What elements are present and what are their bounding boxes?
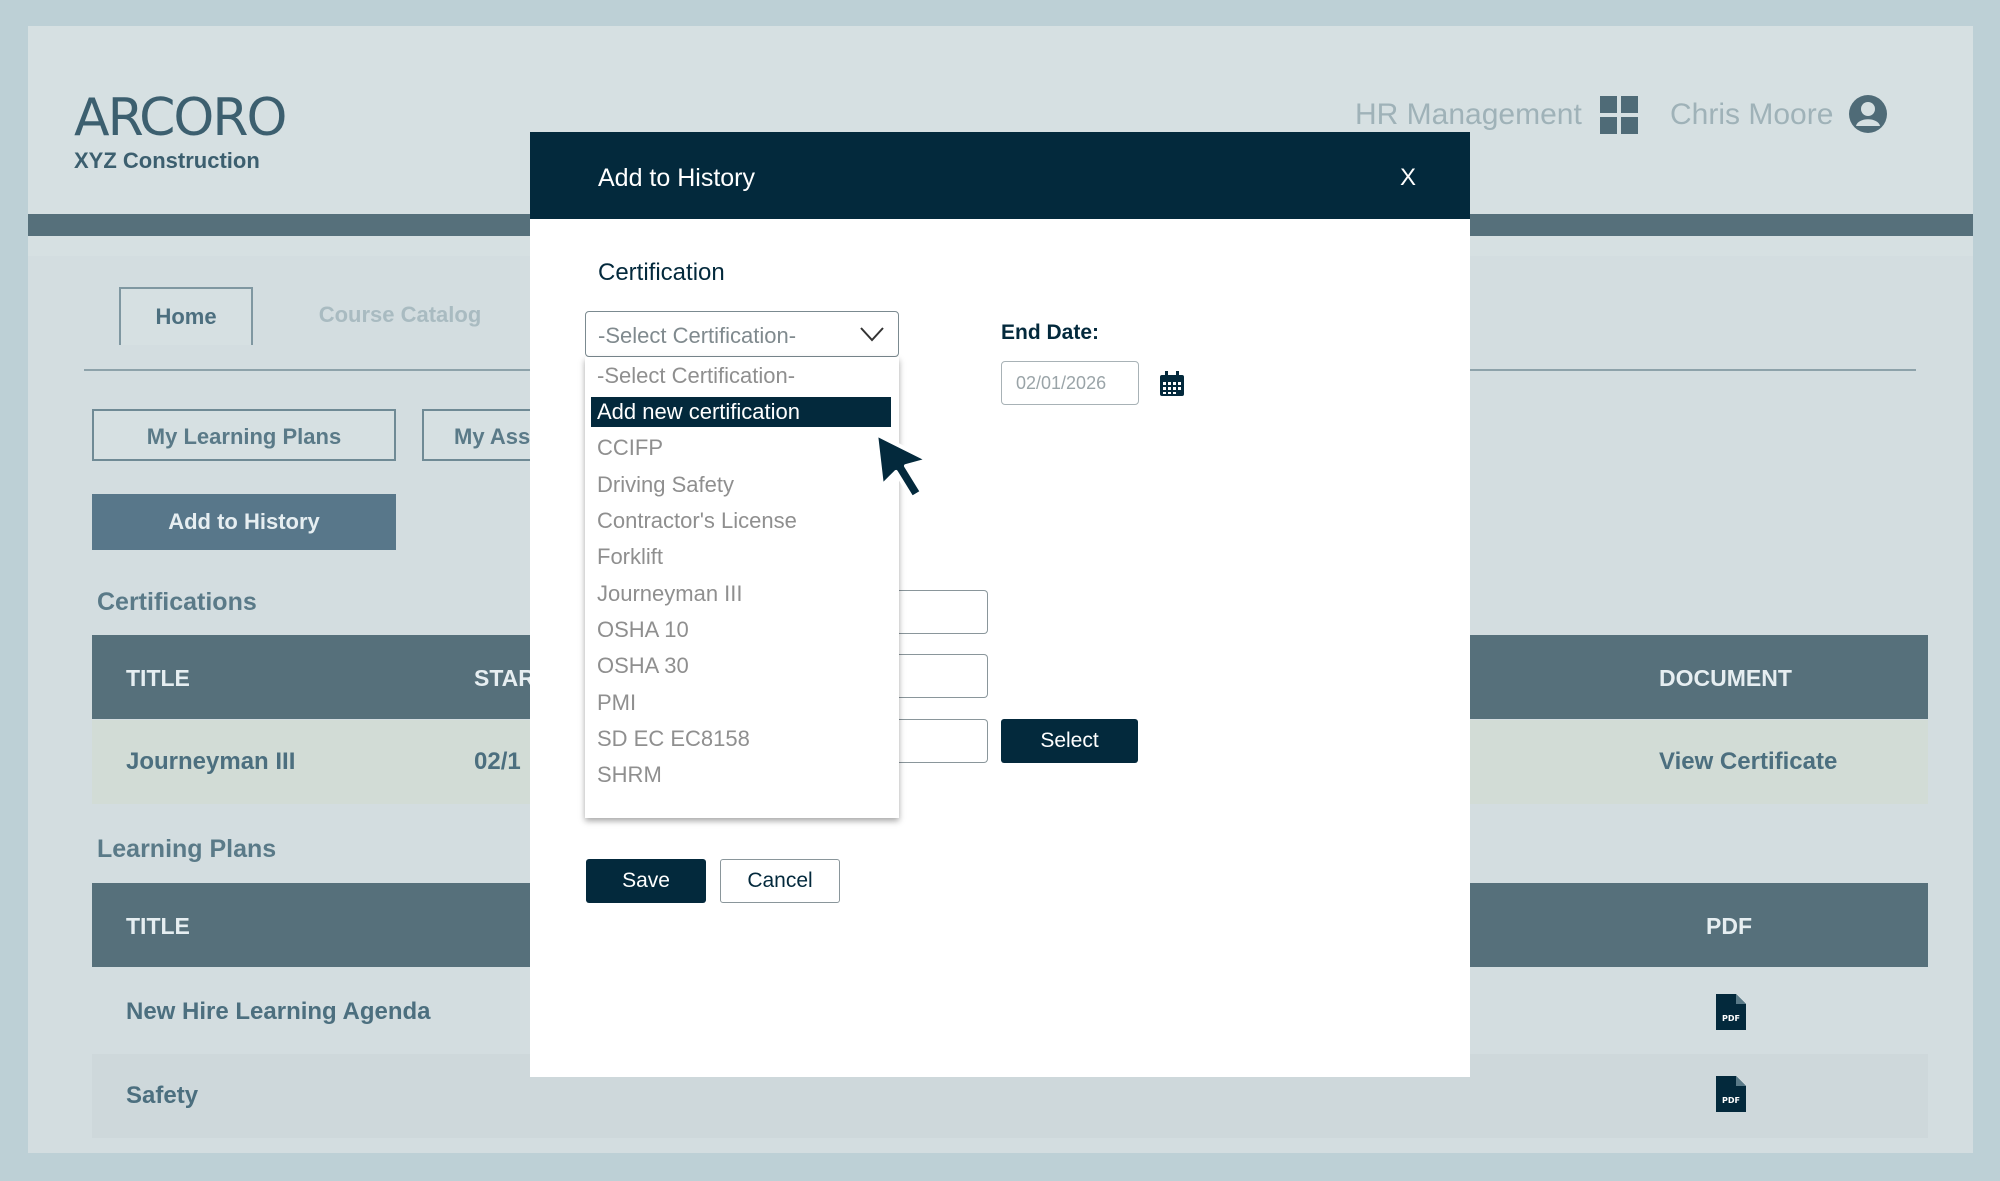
dropdown-option[interactable]: CCIFP [597,433,663,463]
pdf-file-icon[interactable]: PDF [1716,994,1746,1030]
dropdown-option[interactable]: Journeyman III [597,579,743,609]
hr-management-link[interactable]: HR Management [1355,98,1582,132]
file-field[interactable] [898,719,988,763]
certifications-heading: Certifications [97,588,257,616]
col-title: TITLE [126,665,190,691]
close-button[interactable]: X [1400,164,1416,192]
certification-select[interactable]: -Select Certification- [585,311,899,357]
dropdown-option[interactable]: SD EC EC8158 [597,724,750,754]
certification-label: Certification [598,259,725,286]
save-button[interactable]: Save [586,859,706,903]
modal-header: Add to History X [530,132,1470,219]
end-date-input[interactable]: 02/01/2026 [1001,361,1139,405]
text-field-1[interactable] [898,590,988,634]
plan-title: Safety [126,1082,199,1109]
dropdown-option[interactable]: Contractor's License [597,506,797,536]
chevron-down-icon [860,327,884,342]
add-to-history-button[interactable]: Add to History [92,494,396,550]
col-pdf: PDF [1706,913,1752,939]
modal-title: Add to History [598,164,756,192]
dropdown-option-add-new[interactable]: Add new certification [591,397,891,427]
cancel-button[interactable]: Cancel [720,859,840,903]
dropdown-option[interactable]: PMI [597,688,636,718]
calendar-icon[interactable] [1158,370,1186,398]
learning-plans-heading: Learning Plans [97,835,277,863]
svg-text:PDF: PDF [1722,1096,1740,1105]
select-file-button[interactable]: Select [1001,719,1138,763]
svg-text:PDF: PDF [1722,1014,1740,1023]
dropdown-option[interactable]: OSHA 30 [597,651,689,681]
dropdown-option[interactable]: -Select Certification- [597,361,795,391]
view-certificate-link[interactable]: View Certificate [1659,748,1837,776]
col-document: DOCUMENT [1659,665,1792,691]
dropdown-option[interactable]: SHRM [597,760,662,790]
user-name[interactable]: Chris Moore [1670,98,1833,132]
pdf-file-icon[interactable]: PDF [1716,1076,1746,1112]
dropdown-option[interactable]: OSHA 10 [597,615,689,645]
tab-course-catalog[interactable]: Course Catalog [300,287,500,343]
arcoro-logo: ARCORO [74,88,287,148]
text-field-2[interactable] [898,654,988,698]
my-learning-plans-button[interactable]: My Learning Plans [92,409,396,461]
cert-title: Journeyman III [126,748,296,775]
end-date-label: End Date: [1001,321,1100,344]
mouse-pointer-icon [874,432,930,500]
dropdown-option[interactable]: Forklift [597,542,663,572]
company-name: XYZ Construction [74,148,260,173]
cert-start: 02/1 [474,748,521,775]
dropdown-option[interactable]: Driving Safety [597,470,734,500]
col-title: TITLE [126,913,190,939]
user-avatar-icon[interactable] [1848,94,1888,134]
app-grid-icon[interactable] [1600,96,1638,134]
certification-dropdown-list: -Select Certification- Add new certifica… [585,357,899,818]
plan-title: New Hire Learning Agenda [126,998,431,1025]
tab-home[interactable]: Home [119,287,253,345]
add-to-history-modal: Add to History X Certification -Select C… [530,132,1470,1077]
select-value: -Select Certification- [598,323,797,348]
col-start: STAR [474,665,535,691]
